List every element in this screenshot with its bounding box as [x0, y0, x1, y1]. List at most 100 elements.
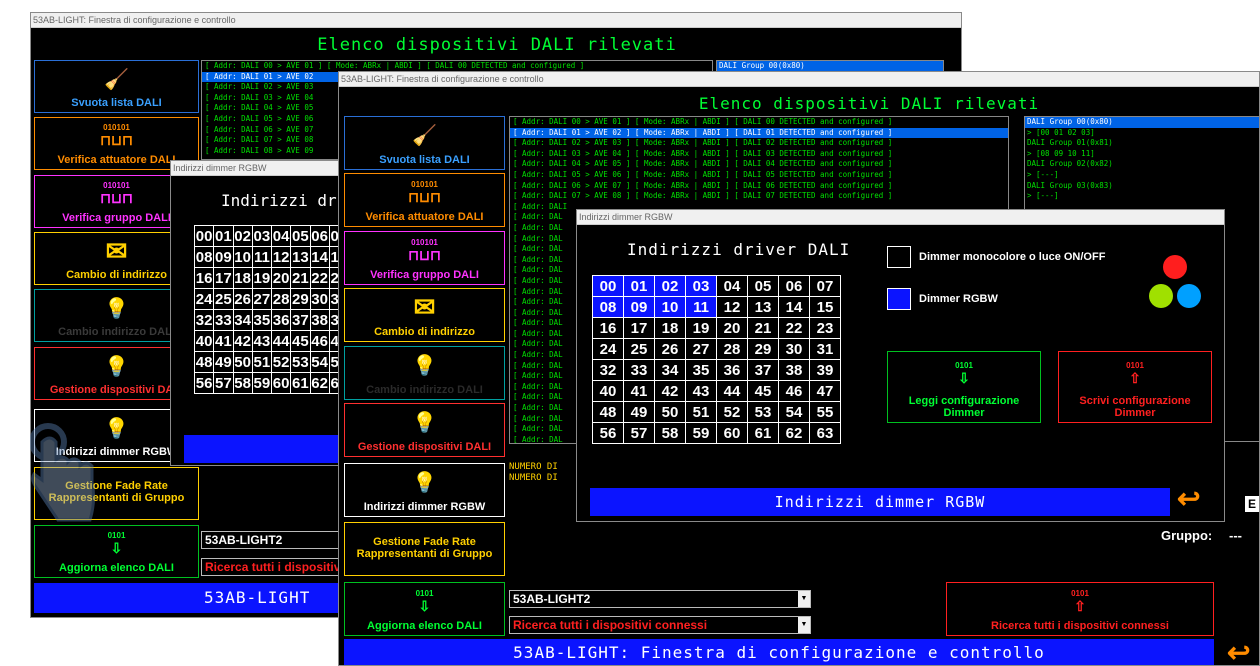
- address-cell[interactable]: 21: [290, 267, 311, 289]
- address-grid[interactable]: 00 01 02 03 04 05 06 07 08 09 10 11 12 13 14 15 16 17 18 19…: [592, 275, 841, 444]
- address-cell[interactable]: 13: [290, 246, 311, 268]
- list-item[interactable]: > [---]: [1025, 191, 1259, 202]
- address-cell[interactable]: 18: [654, 317, 686, 339]
- list-item[interactable]: DALI Group 00(0x80): [717, 61, 943, 72]
- address-cell[interactable]: 08: [193, 246, 215, 268]
- address-cell[interactable]: 42: [654, 380, 686, 402]
- address-cell[interactable]: 27: [251, 288, 273, 310]
- address-cell[interactable]: 02: [654, 275, 686, 297]
- change-dali-address-button[interactable]: 💡 Cambio indirizzo DALI: [344, 346, 505, 400]
- address-cell[interactable]: 05: [290, 225, 311, 247]
- address-cell[interactable]: 19: [685, 317, 717, 339]
- address-cell[interactable]: 20: [270, 267, 292, 289]
- address-cell[interactable]: 58: [654, 422, 686, 444]
- address-cell[interactable]: 61: [747, 422, 779, 444]
- list-item[interactable]: DALI Group 02(0x82): [1025, 159, 1259, 170]
- address-cell[interactable]: 26: [232, 288, 253, 310]
- back-device-combo[interactable]: 53AB-LIGHT2: [201, 531, 341, 549]
- address-cell[interactable]: 55: [809, 401, 841, 423]
- address-cell[interactable]: 38: [309, 309, 330, 331]
- address-cell[interactable]: 12: [270, 246, 292, 268]
- address-cell[interactable]: 63: [809, 422, 841, 444]
- address-cell[interactable]: 44: [270, 330, 292, 352]
- address-cell[interactable]: 33: [213, 309, 234, 331]
- address-cell[interactable]: 43: [685, 380, 717, 402]
- address-cell[interactable]: 51: [685, 401, 717, 423]
- address-cell[interactable]: 29: [747, 338, 779, 360]
- address-cell[interactable]: 17: [623, 317, 655, 339]
- address-cell[interactable]: 02: [232, 225, 253, 247]
- list-item[interactable]: [ Addr: DALI 00 > AVE 01 ] [ Mode: ABRx …: [510, 117, 1008, 128]
- address-cell[interactable]: 62: [778, 422, 810, 444]
- address-cell[interactable]: 35: [251, 309, 273, 331]
- address-cell[interactable]: 57: [623, 422, 655, 444]
- change-address-button[interactable]: ✉ Cambio di indirizzo: [344, 288, 505, 342]
- address-cell[interactable]: 57: [213, 372, 234, 394]
- address-cell[interactable]: 53: [290, 351, 311, 373]
- back-search-combo[interactable]: Ricerca tutti i dispositivi connessi: [201, 558, 341, 576]
- chevron-down-icon[interactable]: ▼: [798, 617, 810, 633]
- address-cell[interactable]: 28: [716, 338, 748, 360]
- list-item[interactable]: > [00 01 02 03]: [1025, 128, 1259, 139]
- address-cell[interactable]: 10: [654, 296, 686, 318]
- address-cell[interactable]: 04: [270, 225, 292, 247]
- address-cell[interactable]: 44: [716, 380, 748, 402]
- address-cell[interactable]: 56: [193, 372, 215, 394]
- address-cell[interactable]: 22: [778, 317, 810, 339]
- address-cell[interactable]: 52: [270, 351, 292, 373]
- address-cell[interactable]: 24: [592, 338, 624, 360]
- back-clear-list-button[interactable]: 🧹 Svuota lista DALI: [34, 60, 199, 113]
- address-cell[interactable]: 39: [809, 359, 841, 381]
- address-cell[interactable]: 04: [716, 275, 748, 297]
- address-cell[interactable]: 36: [270, 309, 292, 331]
- address-cell[interactable]: 54: [309, 351, 330, 373]
- verify-actuator-button[interactable]: 010101 ⊓⊔⊓ Verifica attuatore DALI: [344, 173, 505, 227]
- address-cell[interactable]: 07: [809, 275, 841, 297]
- address-cell[interactable]: 13: [747, 296, 779, 318]
- address-cell[interactable]: 06: [309, 225, 330, 247]
- device-combo[interactable]: 53AB-LIGHT2 ▼: [509, 590, 811, 608]
- list-item[interactable]: [ Addr: DALI 03 > AVE 04 ] [ Mode: ABRx …: [510, 149, 1008, 160]
- address-cell[interactable]: 60: [716, 422, 748, 444]
- address-cell[interactable]: 12: [716, 296, 748, 318]
- address-cell[interactable]: 01: [213, 225, 234, 247]
- address-cell[interactable]: 19: [251, 267, 273, 289]
- search-all-button[interactable]: 0101 ⇧ Ricerca tutti i dispositivi connes…: [946, 582, 1214, 636]
- address-cell[interactable]: 38: [778, 359, 810, 381]
- address-cell[interactable]: 25: [213, 288, 234, 310]
- address-cell[interactable]: 14: [778, 296, 810, 318]
- address-cell[interactable]: 48: [193, 351, 215, 373]
- address-cell[interactable]: 49: [213, 351, 234, 373]
- list-item[interactable]: DALI Group 00(0x80): [1025, 117, 1259, 128]
- read-config-button[interactable]: 0101 ⇩ Leggi configurazione Dimmer: [887, 351, 1041, 423]
- address-cell[interactable]: 28: [270, 288, 292, 310]
- address-cell[interactable]: 37: [290, 309, 311, 331]
- address-cell[interactable]: 18: [232, 267, 253, 289]
- list-item[interactable]: DALI Group 03(0x83): [1025, 181, 1259, 192]
- address-cell[interactable]: 34: [232, 309, 253, 331]
- address-cell[interactable]: 58: [232, 372, 253, 394]
- address-cell[interactable]: 11: [685, 296, 717, 318]
- search-combo[interactable]: Ricerca tutti i dispositivi connessi ▼: [509, 616, 811, 634]
- address-cell[interactable]: 06: [778, 275, 810, 297]
- address-cell[interactable]: 14: [309, 246, 330, 268]
- list-item[interactable]: [ Addr: DALI 07 > AVE 08 ] [ Mode: ABRx …: [510, 191, 1008, 202]
- address-cell[interactable]: 10: [232, 246, 253, 268]
- address-cell[interactable]: 32: [592, 359, 624, 381]
- address-cell[interactable]: 53: [747, 401, 779, 423]
- list-item[interactable]: > [---]: [1025, 170, 1259, 181]
- address-cell[interactable]: 09: [213, 246, 234, 268]
- address-cell[interactable]: 30: [778, 338, 810, 360]
- address-cell[interactable]: 62: [309, 372, 330, 394]
- clear-list-button[interactable]: 🧹 Svuota lista DALI: [344, 116, 505, 170]
- chevron-down-icon[interactable]: ▼: [798, 591, 810, 607]
- address-cell[interactable]: 51: [251, 351, 273, 373]
- write-config-button[interactable]: 0101 ⇧ Scrivi configurazione Dimmer: [1058, 351, 1212, 423]
- address-cell[interactable]: 54: [778, 401, 810, 423]
- address-cell[interactable]: 36: [716, 359, 748, 381]
- list-item[interactable]: > [08 09 10 11]: [1025, 149, 1259, 160]
- address-cell[interactable]: 11: [251, 246, 273, 268]
- address-cell[interactable]: 30: [309, 288, 330, 310]
- address-cell[interactable]: 40: [592, 380, 624, 402]
- address-cell[interactable]: 27: [685, 338, 717, 360]
